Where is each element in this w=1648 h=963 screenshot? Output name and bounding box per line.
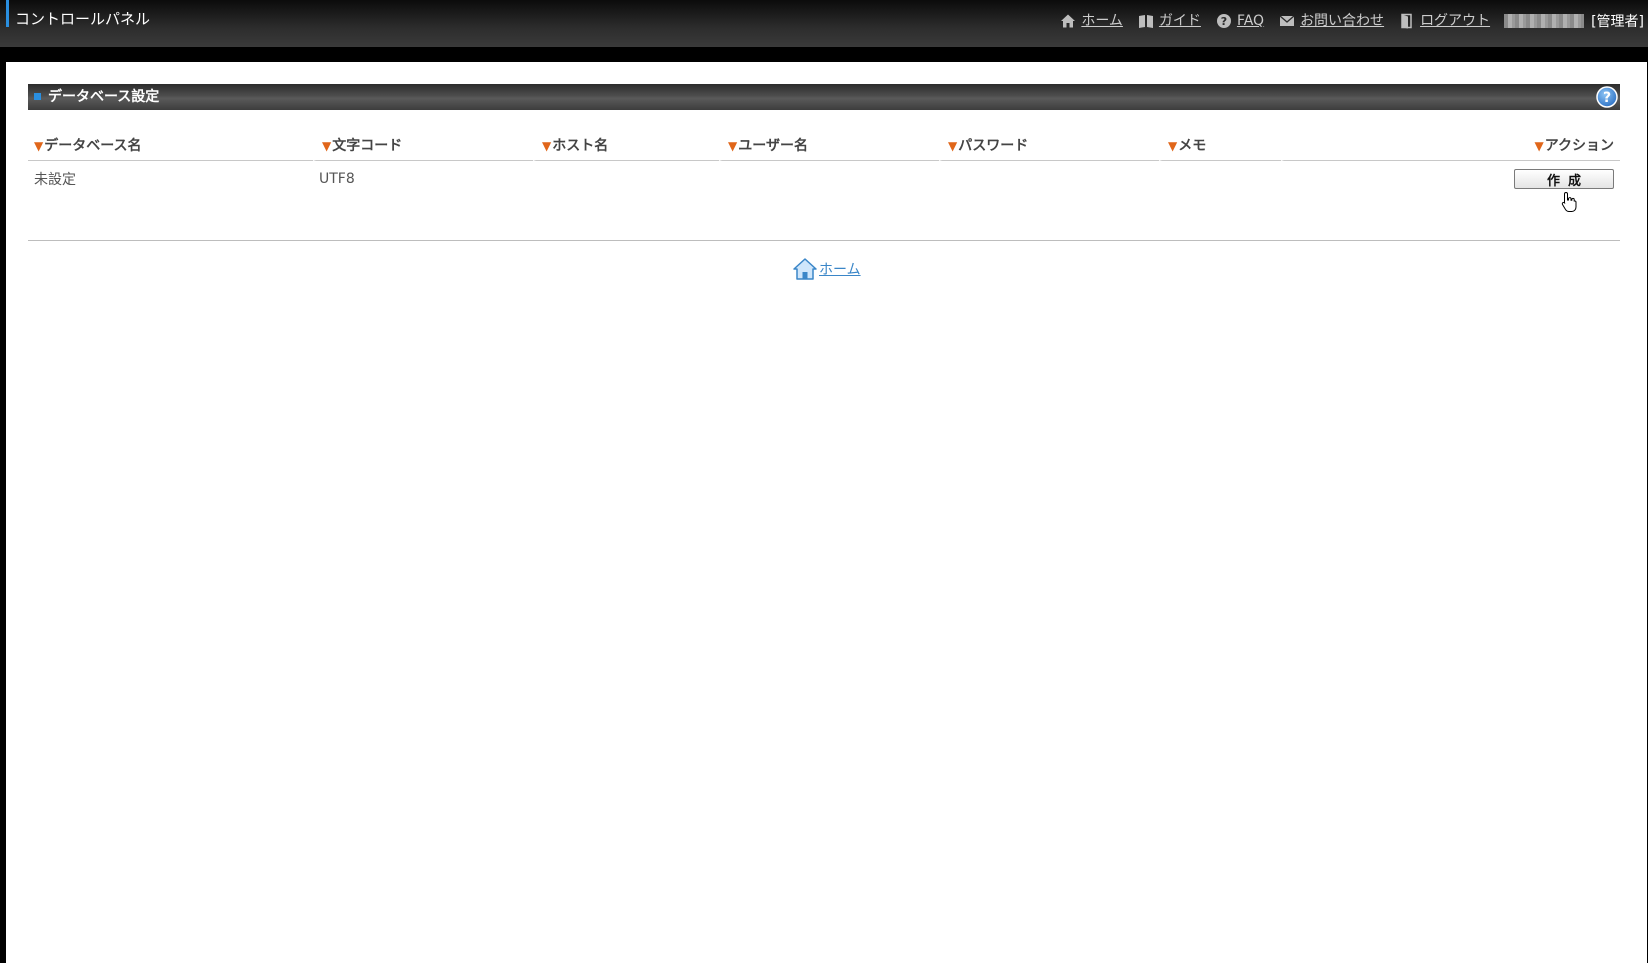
svg-text:?: ?: [1221, 15, 1227, 28]
sort-triangle-icon: ▼: [322, 138, 332, 153]
title-accent: [6, 0, 9, 27]
column-header-charset[interactable]: ▼文字コード: [313, 129, 533, 161]
top-navigation: ホーム ガイド ? FAQ お問い合わせ ログアウト [管理者]: [1045, 11, 1644, 31]
home-icon: [1061, 14, 1076, 28]
column-header-user[interactable]: ▼ユーザー名: [719, 129, 939, 161]
cell-memo: [1159, 161, 1281, 197]
column-header-database-name[interactable]: ▼データベース名: [28, 129, 313, 161]
column-header-host[interactable]: ▼ホスト名: [533, 129, 719, 161]
mail-icon: [1279, 15, 1295, 26]
app-title: コントロールパネル: [15, 10, 151, 28]
guide-book-icon: [1138, 15, 1153, 28]
cell-charset: UTF8: [319, 171, 355, 187]
footer-home-label: ホーム: [819, 262, 861, 278]
cell-database-name: 未設定: [34, 172, 76, 188]
column-header-password[interactable]: ▼パスワード: [939, 129, 1159, 161]
nav-logout-label: ログアウト: [1420, 13, 1491, 29]
nav-guide-label: ガイド: [1158, 13, 1201, 29]
sort-triangle-icon: ▼: [728, 138, 738, 153]
sort-triangle-icon: ▼: [1534, 138, 1544, 153]
sort-triangle-icon: ▼: [34, 138, 44, 153]
nav-faq-link[interactable]: ? FAQ: [1216, 12, 1264, 30]
nav-home-label: ホーム: [1081, 13, 1123, 29]
sort-triangle-icon: ▼: [948, 138, 958, 153]
logout-door-icon: [1401, 13, 1412, 29]
sort-triangle-icon: ▼: [1168, 138, 1178, 153]
user-role: [管理者]: [1591, 14, 1644, 30]
footer-home-link[interactable]: ホーム: [793, 258, 861, 280]
home-icon: [793, 258, 817, 280]
user-info: [管理者]: [1504, 11, 1644, 31]
database-table: ▼データベース名 ▼文字コード ▼ホスト名 ▼ユーザー名 ▼パスワード ▼メモ …: [28, 129, 1620, 197]
question-circle-icon: ?: [1216, 14, 1231, 28]
create-button[interactable]: 作成: [1514, 169, 1614, 189]
cell-host: [533, 161, 719, 197]
section-bullet: [34, 93, 41, 100]
help-icon[interactable]: ?: [1596, 86, 1618, 108]
column-header-action[interactable]: ▼アクション: [1281, 129, 1620, 161]
nav-logout-link[interactable]: ログアウト: [1399, 12, 1490, 30]
section-header: データベース設定 ?: [28, 84, 1620, 110]
user-name-redacted: [1504, 14, 1585, 28]
hand-cursor-icon: [1561, 191, 1577, 212]
nav-faq-label: FAQ: [1236, 13, 1265, 29]
cell-password: [939, 161, 1159, 197]
top-bar: コントロールパネル ホーム ガイド ? FAQ お問い合わせ ログアウト [管理…: [0, 0, 1648, 47]
section-title: データベース設定: [48, 89, 160, 105]
nav-contact-label: お問い合わせ: [1300, 13, 1385, 29]
sort-triangle-icon: ▼: [542, 138, 552, 153]
table-row: 未設定 UTF8 作成: [28, 161, 1620, 197]
nav-contact-link[interactable]: お問い合わせ: [1279, 12, 1384, 30]
table-header-row: ▼データベース名 ▼文字コード ▼ホスト名 ▼ユーザー名 ▼パスワード ▼メモ …: [28, 129, 1620, 161]
section-divider: [28, 240, 1620, 241]
nav-home-link[interactable]: ホーム: [1060, 12, 1123, 30]
svg-text:?: ?: [1603, 90, 1611, 106]
cell-user: [719, 161, 939, 197]
content-panel: データベース設定 ? ▼データベース名 ▼文字コード ▼ホスト名 ▼ユーザー名: [6, 62, 1647, 963]
nav-guide-link[interactable]: ガイド: [1138, 12, 1201, 30]
column-header-memo[interactable]: ▼メモ: [1159, 129, 1281, 161]
